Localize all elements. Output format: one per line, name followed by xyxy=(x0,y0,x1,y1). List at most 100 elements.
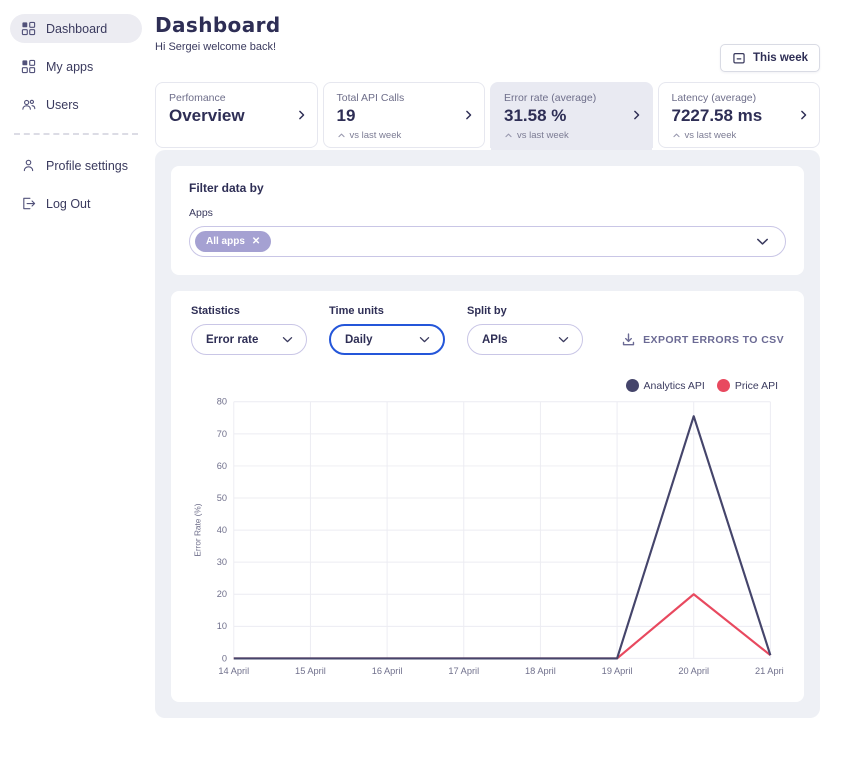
chart-card: Statistics Error rate Time units Daily xyxy=(171,291,804,702)
selected-app-chip[interactable]: All apps ✕ xyxy=(195,231,271,252)
apps-multiselect[interactable]: All apps ✕ xyxy=(189,226,786,257)
stat-card-performance[interactable]: Perfomance Overview xyxy=(155,82,318,148)
export-csv-button[interactable]: EXPORT ERRORS TO CSV xyxy=(621,332,784,347)
svg-text:16 April: 16 April xyxy=(372,666,403,676)
svg-text:15 April: 15 April xyxy=(295,666,326,676)
compare-label: vs last week xyxy=(685,130,737,141)
compare-label: vs last week xyxy=(350,130,402,141)
stat-card-error-rate[interactable]: Error rate (average) 31.58 % vs last wee… xyxy=(490,82,653,148)
sidebar-item-label: Users xyxy=(46,98,79,112)
sidebar-divider xyxy=(14,133,138,135)
sidebar-item-log-out[interactable]: Log Out xyxy=(10,189,142,218)
statistics-value: Error rate xyxy=(206,334,258,346)
chevron-up-icon xyxy=(504,131,513,140)
error-rate-line-chart: 14 April 15 April 16 April 17 April 18 April… xyxy=(191,394,784,686)
chevron-up-icon xyxy=(672,131,681,140)
legend-dot-icon xyxy=(626,379,639,392)
legend-item-analytics-api[interactable]: Analytics API xyxy=(626,379,705,392)
split-by-control: Split by APIs xyxy=(467,305,583,355)
grid-icon xyxy=(21,59,36,74)
stat-card-compare: vs last week xyxy=(672,130,794,141)
sidebar-item-label: Dashboard xyxy=(46,22,107,36)
calendar-icon xyxy=(732,51,746,65)
stat-card-compare: vs last week xyxy=(337,130,459,141)
svg-text:18 April: 18 April xyxy=(525,666,556,676)
chevron-down-icon xyxy=(281,333,294,346)
download-icon xyxy=(621,332,636,347)
legend-label: Analytics API xyxy=(644,380,705,392)
compare-label: vs last week xyxy=(517,130,569,141)
stat-card-total-api-calls[interactable]: Total API Calls 19 vs last week xyxy=(323,82,486,148)
svg-text:10: 10 xyxy=(217,621,227,631)
time-units-value: Daily xyxy=(345,334,373,346)
svg-text:40: 40 xyxy=(217,525,227,535)
svg-text:80: 80 xyxy=(217,397,227,407)
chevron-down-icon xyxy=(418,333,431,346)
svg-text:21 April: 21 April xyxy=(755,666,784,676)
sidebar: Dashboard My apps Users Profile settings… xyxy=(0,0,152,241)
main-content: Dashboard Hi Sergei welcome back! This w… xyxy=(155,0,820,718)
svg-text:50: 50 xyxy=(217,493,227,503)
time-units-label: Time units xyxy=(329,305,445,317)
person-icon xyxy=(21,158,36,173)
time-units-select[interactable]: Daily xyxy=(329,324,445,355)
sidebar-item-label: Log Out xyxy=(46,197,90,211)
svg-text:20: 20 xyxy=(217,589,227,599)
stat-card-latency[interactable]: Latency (average) 7227.58 ms vs last wee… xyxy=(658,82,821,148)
sidebar-item-profile-settings[interactable]: Profile settings xyxy=(10,151,142,180)
legend-dot-icon xyxy=(717,379,730,392)
chevron-right-icon xyxy=(462,109,475,122)
stat-card-value: 19 xyxy=(337,106,459,126)
chevron-right-icon xyxy=(630,109,643,122)
sidebar-item-label: My apps xyxy=(46,60,93,74)
svg-text:30: 30 xyxy=(217,557,227,567)
users-icon xyxy=(21,97,36,112)
statistics-select[interactable]: Error rate xyxy=(191,324,307,355)
stat-card-value: Overview xyxy=(169,106,291,126)
apps-field-label: Apps xyxy=(189,207,786,219)
time-units-control: Time units Daily xyxy=(329,305,445,355)
filter-card: Filter data by Apps All apps ✕ xyxy=(171,166,804,275)
legend-item-price-api[interactable]: Price API xyxy=(717,379,778,392)
legend-label: Price API xyxy=(735,380,778,392)
grid-icon xyxy=(21,21,36,36)
remove-chip-icon[interactable]: ✕ xyxy=(252,237,260,247)
sidebar-item-my-apps[interactable]: My apps xyxy=(10,52,142,81)
svg-text:20 April: 20 April xyxy=(678,666,709,676)
chart-controls-row: Statistics Error rate Time units Daily xyxy=(191,305,784,355)
stat-card-label: Total API Calls xyxy=(337,92,459,104)
stat-card-compare: vs last week xyxy=(504,130,626,141)
statistics-label: Statistics xyxy=(191,305,307,317)
svg-text:Error Rate (%): Error Rate (%) xyxy=(194,503,203,556)
dashboard-panel: Filter data by Apps All apps ✕ Statistic… xyxy=(155,150,820,718)
sidebar-item-label: Profile settings xyxy=(46,159,128,173)
page-title: Dashboard xyxy=(155,13,820,37)
svg-text:60: 60 xyxy=(217,461,227,471)
chevron-up-icon xyxy=(337,131,346,140)
split-by-select[interactable]: APIs xyxy=(467,324,583,355)
sidebar-item-users[interactable]: Users xyxy=(10,90,142,119)
chart-legend: Analytics API Price API xyxy=(191,379,778,392)
statistics-control: Statistics Error rate xyxy=(191,305,307,355)
period-label: This week xyxy=(753,52,808,64)
stat-card-label: Error rate (average) xyxy=(504,92,626,104)
chevron-down-icon xyxy=(755,234,770,249)
svg-text:0: 0 xyxy=(222,653,227,663)
split-by-value: APIs xyxy=(482,334,508,346)
chevron-right-icon xyxy=(295,109,308,122)
filter-title: Filter data by xyxy=(189,181,786,195)
chip-label: All apps xyxy=(206,236,245,247)
stat-card-value: 7227.58 ms xyxy=(672,106,794,126)
sidebar-item-dashboard[interactable]: Dashboard xyxy=(10,14,142,43)
stat-card-label: Latency (average) xyxy=(672,92,794,104)
split-by-label: Split by xyxy=(467,305,583,317)
svg-text:17 April: 17 April xyxy=(448,666,479,676)
chevron-down-icon xyxy=(557,333,570,346)
chevron-right-icon xyxy=(797,109,810,122)
page-header: Dashboard Hi Sergei welcome back! This w… xyxy=(155,0,820,53)
svg-text:19 April: 19 April xyxy=(602,666,633,676)
svg-text:70: 70 xyxy=(217,429,227,439)
period-selector-button[interactable]: This week xyxy=(720,44,820,72)
export-label: EXPORT ERRORS TO CSV xyxy=(643,334,784,346)
svg-text:14 April: 14 April xyxy=(218,666,249,676)
